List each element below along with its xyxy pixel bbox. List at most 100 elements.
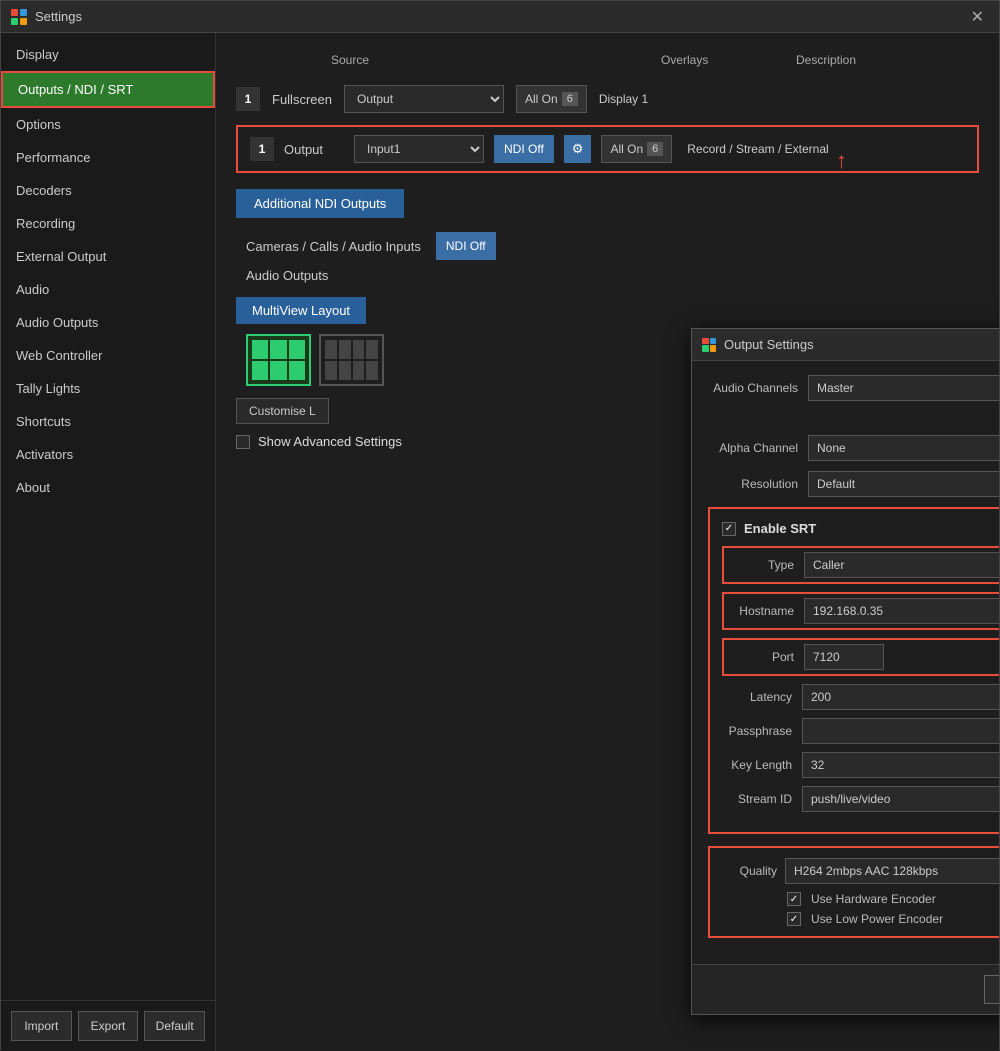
title-bar: Settings ✕	[1, 1, 999, 33]
srt-hostname-wrapper: Hostname	[722, 592, 999, 630]
export-button[interactable]: Export	[78, 1011, 139, 1041]
srt-hostname-label: Hostname	[724, 604, 804, 618]
sidebar-item-performance[interactable]: Performance	[1, 141, 215, 174]
srt-passphrase-label: Passphrase	[722, 724, 802, 738]
gear-arrow-indicator: ↑	[836, 148, 847, 174]
fullscreen-all-on-button[interactable]: All On 6	[516, 85, 587, 113]
output-label: Output	[284, 142, 344, 157]
srt-type-dropdown[interactable]: Caller	[804, 552, 999, 578]
import-button[interactable]: Import	[11, 1011, 72, 1041]
resolution-row: Resolution Default	[708, 471, 999, 497]
alpha-channel-row: Alpha Channel None	[708, 435, 999, 461]
srt-key-length-row: Key Length 32	[722, 752, 999, 778]
sidebar-item-audio-outputs[interactable]: Audio Outputs	[1, 306, 215, 339]
main-window: Settings ✕ Display Outputs / NDI / SRT O…	[0, 0, 1000, 1050]
cameras-ndi-off-button[interactable]: NDI Off	[436, 232, 496, 260]
srt-hostname-input[interactable]	[804, 598, 999, 624]
app-icon	[11, 9, 27, 25]
audio-channels-label: Audio Channels	[708, 381, 808, 395]
hardware-encoder-label[interactable]: ✓ Use Hardware Encoder	[787, 892, 999, 906]
fullscreen-source-dropdown[interactable]: Output	[344, 85, 504, 113]
low-power-encoder-text: Use Low Power Encoder	[811, 912, 943, 926]
srt-section: ✓ Enable SRT Type Caller	[708, 507, 999, 834]
fullscreen-num-badge: 1	[236, 87, 260, 111]
srt-port-wrapper: Port	[722, 638, 999, 676]
srt-stream-id-input[interactable]	[802, 786, 999, 812]
dialog-footer: OK Cancel	[692, 964, 999, 1014]
ok-button[interactable]: OK	[984, 975, 999, 1004]
srt-port-input[interactable]	[804, 644, 884, 670]
encoder-options: ✓ Use Hardware Encoder ✓ Use Low Power E…	[722, 892, 999, 926]
output-num-badge: 1	[250, 137, 274, 161]
sidebar-item-web-controller[interactable]: Web Controller	[1, 339, 215, 372]
sidebar-item-outputs-ndi-srt[interactable]: Outputs / NDI / SRT	[1, 71, 215, 108]
srt-hostname-row: Hostname	[724, 594, 999, 628]
srt-passphrase-row: Passphrase	[722, 718, 999, 744]
show-advanced-label: Show Advanced Settings	[258, 434, 402, 449]
output-row: 1 Output Input1 NDI Off ⚙ All On 6 Recor…	[236, 125, 979, 173]
audio-outputs-row: Audio Outputs	[236, 268, 979, 283]
overlays-header-label: Overlays	[661, 53, 708, 67]
srt-port-label: Port	[724, 650, 804, 664]
sidebar-item-about[interactable]: About	[1, 471, 215, 504]
srt-port-row: Port	[724, 640, 999, 674]
sidebar-item-external-output[interactable]: External Output	[1, 240, 215, 273]
output-settings-dialog: Output Settings ✕ Audio Channels Master	[691, 328, 999, 1015]
dialog-title-bar: Output Settings ✕	[692, 329, 999, 361]
srt-type-label: Type	[724, 558, 804, 572]
output-gear-button[interactable]: ⚙	[564, 135, 592, 163]
layout-option-2[interactable]	[319, 334, 384, 386]
audio-channels-row: Audio Channels Master	[708, 375, 999, 401]
ndi-off-button[interactable]: NDI Off	[494, 135, 554, 163]
audio-channels-dropdown[interactable]: Master	[808, 375, 999, 401]
sidebar-item-decoders[interactable]: Decoders	[1, 174, 215, 207]
sidebar-footer: Import Export Default	[1, 1000, 215, 1051]
enable-srt-checkbox[interactable]: ✓	[722, 522, 736, 536]
sidebar-item-audio[interactable]: Audio	[1, 273, 215, 306]
sidebar-item-tally-lights[interactable]: Tally Lights	[1, 372, 215, 405]
default-button[interactable]: Default	[144, 1011, 205, 1041]
sidebar-item-activators[interactable]: Activators	[1, 438, 215, 471]
sidebar-item-display[interactable]: Display	[1, 38, 215, 71]
source-header-label: Source	[331, 53, 369, 67]
resolution-dropdown[interactable]: Default	[808, 471, 999, 497]
audio-outputs-label: Audio Outputs	[246, 268, 328, 283]
show-advanced-checkbox[interactable]	[236, 435, 250, 449]
output-source-dropdown[interactable]: Input1	[354, 135, 484, 163]
low-power-encoder-checkbox[interactable]: ✓	[787, 912, 801, 926]
quality-dropdown[interactable]: H264 2mbps AAC 128kbps	[785, 858, 999, 884]
srt-header: ✓ Enable SRT	[722, 521, 999, 536]
sidebar: Display Outputs / NDI / SRT Options Perf…	[1, 33, 216, 1051]
multiview-layout-button[interactable]: MultiView Layout	[236, 297, 366, 324]
cameras-row: Cameras / Calls / Audio Inputs NDI Off	[236, 232, 979, 260]
enable-srt-label: Enable SRT	[744, 521, 816, 536]
low-power-encoder-label[interactable]: ✓ Use Low Power Encoder	[787, 912, 999, 926]
srt-key-length-label: Key Length	[722, 758, 802, 772]
sidebar-item-options[interactable]: Options	[1, 108, 215, 141]
srt-latency-input[interactable]	[802, 684, 999, 710]
srt-latency-label: Latency	[722, 690, 802, 704]
cameras-label: Cameras / Calls / Audio Inputs	[246, 239, 421, 254]
hardware-encoder-checkbox[interactable]: ✓	[787, 892, 801, 906]
window-title: Settings	[35, 9, 966, 24]
alpha-channel-dropdown[interactable]: None	[808, 435, 999, 461]
srt-stream-id-row: Stream ID	[722, 786, 999, 812]
sidebar-item-shortcuts[interactable]: Shortcuts	[1, 405, 215, 438]
sidebar-item-recording[interactable]: Recording	[1, 207, 215, 240]
srt-key-length-dropdown[interactable]: 32	[802, 752, 999, 778]
resolution-label: Resolution	[708, 477, 808, 491]
additional-ndi-button[interactable]: Additional NDI Outputs	[236, 189, 404, 218]
fullscreen-row: 1 Fullscreen Output All On 6 Display 1	[236, 85, 979, 113]
fullscreen-label: Fullscreen	[272, 92, 332, 107]
sidebar-nav: Display Outputs / NDI / SRT Options Perf…	[1, 33, 215, 1000]
window-close-button[interactable]: ✕	[966, 7, 989, 27]
dialog-body: Audio Channels Master 20 dB Boost	[692, 361, 999, 964]
srt-passphrase-input[interactable]	[802, 718, 999, 744]
app-body: Display Outputs / NDI / SRT Options Perf…	[1, 33, 999, 1051]
layout-option-1[interactable]	[246, 334, 311, 386]
customise-button[interactable]: Customise L	[236, 398, 329, 424]
output-all-on-button[interactable]: All On 6	[601, 135, 672, 163]
srt-type-wrapper: Type Caller	[722, 546, 999, 584]
description-header-label: Description	[796, 53, 856, 67]
alpha-channel-label: Alpha Channel	[708, 441, 808, 455]
